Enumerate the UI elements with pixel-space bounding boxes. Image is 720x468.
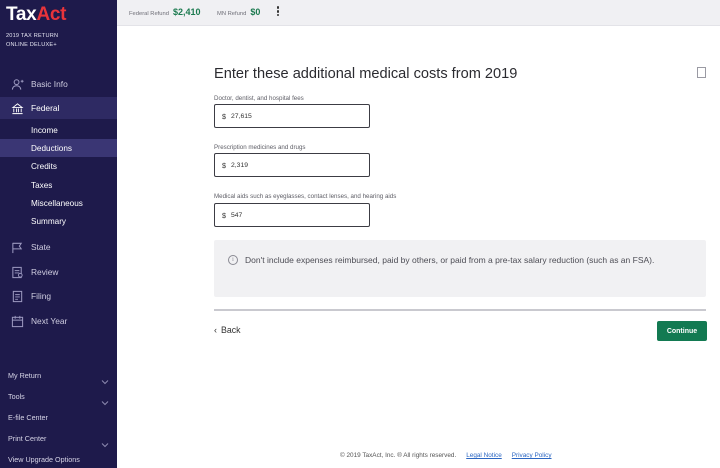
nav-label: Filing [31, 291, 52, 301]
flag-icon [10, 240, 24, 254]
state-refund-value: $0 [250, 7, 261, 17]
info-notice: i Don't include expenses reimbursed, pai… [214, 240, 706, 297]
taxact-logo[interactable]: TaxAct [6, 4, 66, 26]
federal-refund-label: Federal Refund [129, 11, 169, 17]
currency-symbol: $ [222, 111, 226, 121]
state-refund: MN Refund $0 [217, 7, 260, 17]
sidebar-efile-center[interactable]: E-file Center [0, 408, 117, 426]
sidebar-tools[interactable]: Tools [0, 387, 117, 406]
bottom-item-label: My Return [8, 370, 42, 380]
federal-refund: Federal Refund $2,410 [129, 7, 201, 17]
nav-item-filing[interactable]: Filing [0, 285, 117, 307]
footer: © 2019 TaxAct, Inc. ® All rights reserve… [340, 452, 552, 459]
legal-notice-link[interactable]: Legal Notice [466, 452, 502, 459]
sidebar-subitem-miscellaneous[interactable]: Miscellaneous [0, 194, 117, 212]
sidebar-print-center[interactable]: Print Center [0, 429, 117, 448]
sidebar-subitem-taxes[interactable]: Taxes [0, 176, 117, 194]
subitem-label: Taxes [31, 180, 53, 190]
main-content: Enter these additional medical costs fro… [117, 27, 720, 468]
info-icon: i [228, 255, 238, 265]
logo-text-act: Act [36, 4, 67, 25]
nav-label: Review [31, 267, 59, 277]
medical-aids-label: Medical aids such as eyeglasses, contact… [214, 193, 397, 200]
subitem-label: Miscellaneous [31, 198, 83, 208]
person-icon [10, 77, 24, 91]
info-text: Don't include expenses reimbursed, paid … [245, 255, 655, 265]
divider [214, 309, 706, 311]
nav-item-review[interactable]: Review [0, 261, 117, 283]
prescription-input[interactable]: $ 2,319 [214, 153, 370, 177]
input-value: 2,319 [231, 161, 249, 169]
sidebar-subitem-income[interactable]: Income [0, 121, 117, 139]
sidebar-my-return[interactable]: My Return [0, 366, 117, 385]
refund-bar: Federal Refund $2,410 MN Refund $0 [117, 0, 720, 26]
subitem-label: Summary [31, 216, 67, 226]
state-refund-label: MN Refund [217, 11, 247, 17]
sidebar: TaxAct 2019 TAX RETURN ONLINE DELUXE+ Ba… [0, 0, 117, 468]
return-product-label: 2019 TAX RETURN ONLINE DELUXE+ [6, 32, 58, 50]
nav-item-next-year[interactable]: Next Year [0, 310, 117, 332]
copyright-text: © 2019 TaxAct, Inc. ® All rights reserve… [340, 452, 457, 459]
nav-label: Next Year [31, 316, 68, 326]
subitem-label: Income [31, 125, 58, 135]
bottom-item-label: Tools [8, 391, 25, 401]
continue-button[interactable]: Continue [657, 321, 707, 341]
privacy-policy-link[interactable]: Privacy Policy [512, 452, 552, 459]
bookmark-icon[interactable] [697, 67, 706, 78]
subitem-label: Credits [31, 161, 57, 171]
back-label: Back [221, 325, 241, 335]
input-value: 547 [231, 211, 243, 219]
page-title: Enter these additional medical costs fro… [214, 66, 518, 82]
more-options-icon[interactable] [275, 5, 281, 19]
doctor-fees-label: Doctor, dentist, and hospital fees [214, 95, 304, 102]
nav-item-basic-info[interactable]: Basic Info [0, 73, 117, 95]
chevron-left-icon: ‹ [214, 325, 217, 335]
prescription-label: Prescription medicines and drugs [214, 144, 306, 151]
capitol-icon [10, 101, 24, 115]
sidebar-subitem-credits[interactable]: Credits [0, 157, 117, 175]
return-year-label: 2019 TAX RETURN [6, 33, 59, 39]
product-edition-label: ONLINE DELUXE+ [6, 42, 57, 48]
nav-item-federal[interactable]: Federal [0, 97, 117, 119]
federal-refund-value: $2,410 [172, 7, 201, 17]
logo-text-tax: Tax [6, 4, 37, 25]
sidebar-subitem-deductions[interactable]: Deductions [0, 139, 117, 157]
doctor-fees-input[interactable]: $ 27,615 [214, 104, 370, 128]
bottom-item-label: Print Center [8, 433, 47, 443]
calendar-icon [10, 314, 24, 328]
currency-symbol: $ [222, 210, 226, 220]
sidebar-view-upgrade-options[interactable]: View Upgrade Options [0, 450, 117, 468]
bottom-item-label: E-file Center [8, 412, 48, 422]
nav-label: Basic Info [31, 79, 68, 89]
nav-label: State [31, 242, 51, 252]
nav-item-state[interactable]: State [0, 236, 117, 258]
nav-label: Federal [31, 103, 60, 113]
sidebar-subitem-summary[interactable]: Summary [0, 212, 117, 230]
bottom-item-label: View Upgrade Options [8, 454, 80, 464]
input-value: 27,615 [231, 112, 252, 120]
document-icon [10, 289, 24, 303]
review-icon [10, 265, 24, 279]
back-button[interactable]: ‹ Back [214, 325, 241, 335]
subitem-label: Deductions [31, 143, 72, 153]
medical-aids-input[interactable]: $ 547 [214, 203, 370, 227]
currency-symbol: $ [222, 160, 226, 170]
